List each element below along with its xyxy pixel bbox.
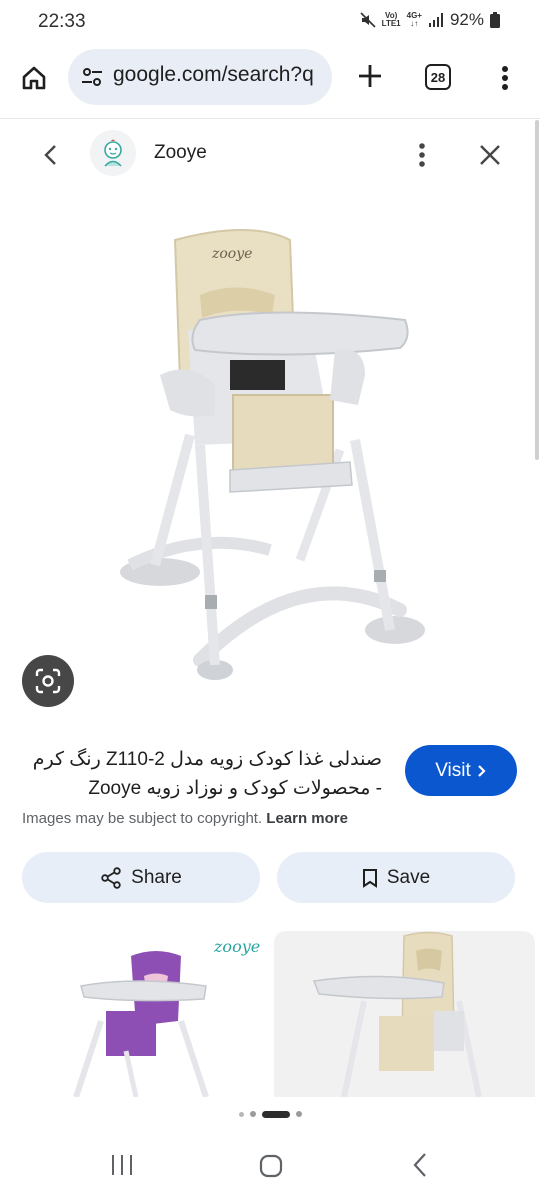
url-text: google.com/search?q bbox=[113, 63, 314, 86]
system-nav-bar bbox=[0, 1130, 540, 1200]
more-options-button[interactable] bbox=[406, 137, 438, 173]
home-icon bbox=[22, 66, 46, 90]
save-label: Save bbox=[386, 866, 431, 888]
mute-icon bbox=[360, 12, 376, 28]
site-avatar[interactable] bbox=[90, 130, 136, 176]
copyright-notice: Images may be subject to copyright. Lear… bbox=[22, 810, 348, 827]
status-bar: 22:33 Vo) LTE1 4G+ ↓↑ 92% bbox=[0, 0, 540, 44]
page-dot bbox=[249, 1111, 256, 1117]
close-button[interactable] bbox=[472, 137, 508, 173]
related-image-2[interactable] bbox=[274, 931, 535, 1097]
back-button[interactable] bbox=[33, 137, 69, 173]
tab-switcher-button[interactable]: 28 bbox=[425, 64, 451, 90]
share-label: Share bbox=[131, 866, 182, 888]
new-tab-button[interactable] bbox=[350, 56, 390, 96]
page-dot bbox=[238, 1111, 244, 1117]
more-vert-icon bbox=[502, 66, 508, 90]
status-time: 22:33 bbox=[38, 11, 86, 32]
learn-more-link[interactable]: Learn more bbox=[266, 810, 348, 827]
recents-icon[interactable] bbox=[110, 1154, 134, 1176]
status-icons: Vo) LTE1 4G+ ↓↑ 92% bbox=[360, 10, 500, 30]
home-button[interactable] bbox=[14, 58, 54, 98]
plus-icon bbox=[359, 65, 381, 87]
signal-icon bbox=[428, 13, 443, 27]
related-chair-cream bbox=[312, 931, 482, 1097]
scrollbar[interactable] bbox=[535, 120, 539, 460]
related-image-1[interactable]: zooye bbox=[6, 931, 267, 1097]
network-type: 4G+ ↓↑ bbox=[406, 11, 422, 28]
close-icon bbox=[480, 145, 500, 165]
share-button[interactable]: Share bbox=[22, 852, 260, 903]
page-dot-active bbox=[261, 1110, 290, 1118]
chevron-right-icon bbox=[478, 764, 486, 777]
battery-level: 92% bbox=[449, 10, 484, 29]
address-bar[interactable]: google.com/search?q bbox=[68, 49, 332, 105]
home-nav-icon[interactable] bbox=[259, 1154, 283, 1178]
visit-label: Visit bbox=[435, 759, 471, 781]
page-dot bbox=[295, 1111, 302, 1117]
site-name[interactable]: Zooye bbox=[154, 142, 207, 164]
back-nav-icon[interactable] bbox=[412, 1152, 428, 1178]
copyright-text: Images may be subject to copyright. bbox=[22, 810, 263, 827]
image-viewer-header: Zooye bbox=[0, 118, 540, 188]
lens-icon bbox=[35, 668, 61, 694]
tune-icon[interactable] bbox=[80, 65, 104, 89]
back-arrow-icon bbox=[44, 145, 56, 165]
bookmark-icon bbox=[362, 868, 377, 888]
related-logo: zooye bbox=[214, 937, 261, 956]
zooye-logo-icon bbox=[104, 139, 122, 167]
save-button[interactable]: Save bbox=[277, 852, 515, 903]
product-image[interactable]: zooye bbox=[100, 200, 440, 700]
share-icon bbox=[101, 866, 121, 889]
result-title[interactable]: صندلی غذا کودک زویه مدل Z110-2 رنگ کرم -… bbox=[22, 745, 382, 803]
svg-text:zooye: zooye bbox=[211, 246, 252, 262]
visit-button[interactable]: Visit bbox=[405, 745, 517, 796]
more-vert-icon bbox=[419, 143, 425, 167]
google-lens-button[interactable] bbox=[22, 655, 74, 707]
browser-menu-button[interactable] bbox=[490, 58, 520, 98]
image-page-indicator bbox=[0, 1109, 540, 1119]
battery-icon bbox=[490, 12, 500, 28]
volte-indicator: Vo) LTE1 bbox=[381, 11, 401, 28]
browser-toolbar: google.com/search?q 28 bbox=[0, 44, 540, 110]
